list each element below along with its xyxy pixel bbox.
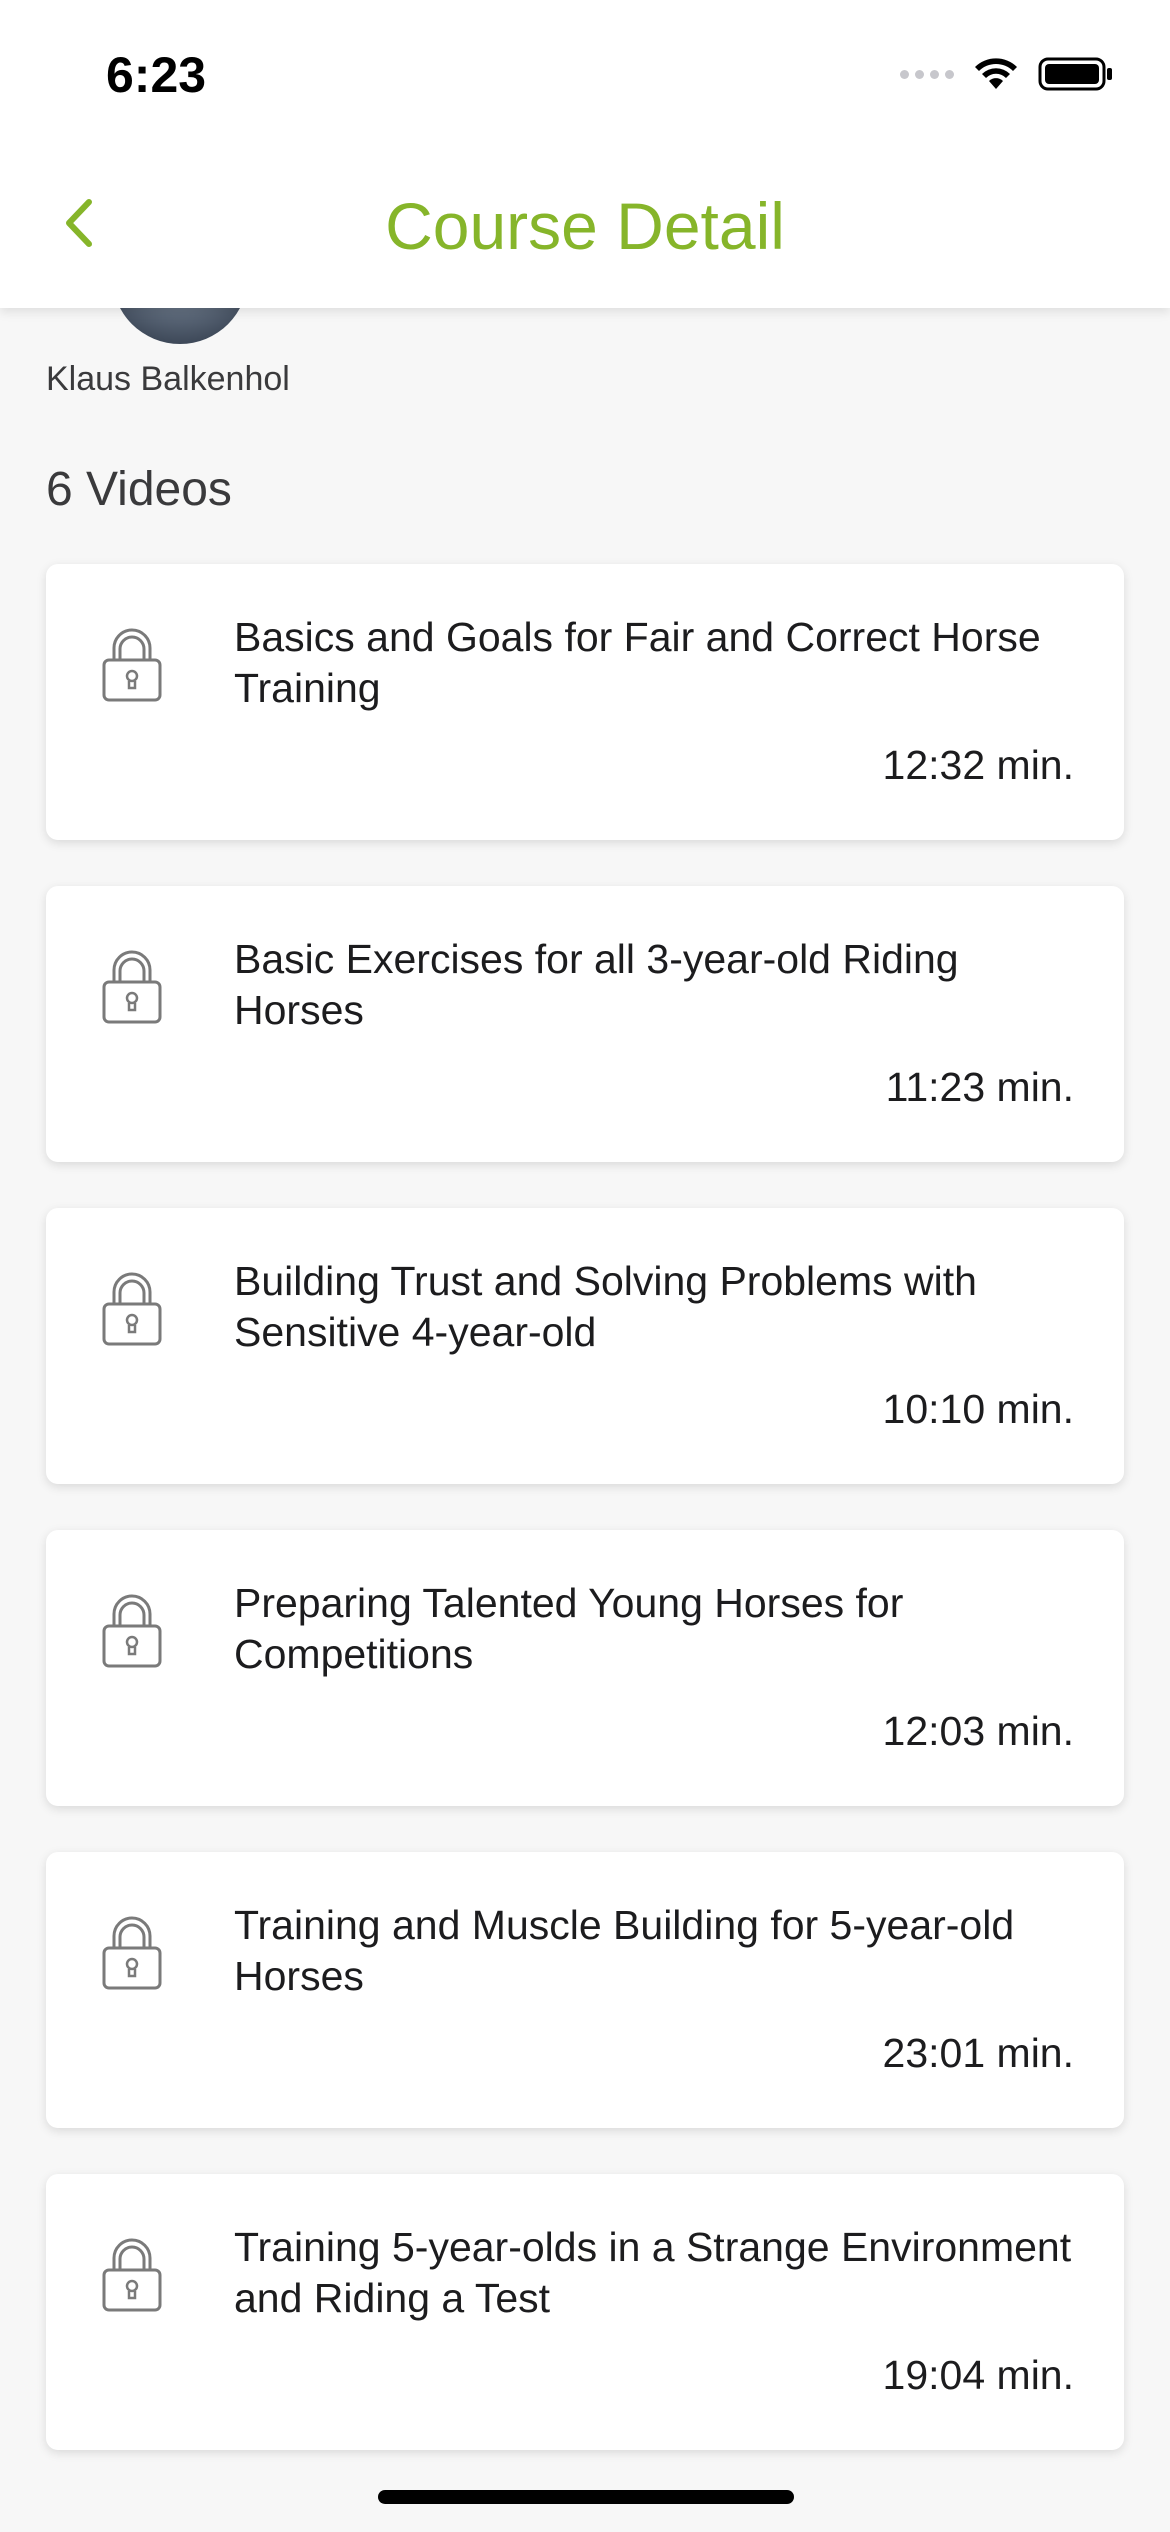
battery-icon <box>1038 57 1112 91</box>
video-duration: 10:10 min. <box>882 1386 1074 1432</box>
videos-count: 6 Videos <box>46 463 232 516</box>
video-card[interactable]: Basics and Goals for Fair and Correct Ho… <box>46 564 1124 840</box>
lock-icon <box>100 1592 164 1670</box>
home-indicator <box>378 2490 794 2504</box>
video-card[interactable]: Training 5-year-olds in a Strange Enviro… <box>46 2174 1124 2450</box>
lock-icon <box>100 626 164 704</box>
cellular-signal-icon <box>900 69 954 79</box>
video-duration: 12:32 min. <box>882 742 1074 788</box>
video-title: Basics and Goals for Fair and Correct Ho… <box>234 614 1041 711</box>
page-title: Course Detail <box>385 189 785 263</box>
video-card[interactable]: Preparing Talented Young Horses for Comp… <box>46 1530 1124 1806</box>
lock-icon <box>100 948 164 1026</box>
top-bar: 6:23 Course Detail <box>0 0 1170 308</box>
lock-icon <box>100 1270 164 1348</box>
status-icons <box>900 54 1114 94</box>
video-title: Training 5-year-olds in a Strange Enviro… <box>234 2224 1072 2321</box>
video-title: Training and Muscle Building for 5-year-… <box>234 1902 1015 1999</box>
video-title: Building Trust and Solving Problems with… <box>234 1258 977 1355</box>
video-title: Basic Exercises for all 3-year-old Ridin… <box>234 936 959 1033</box>
video-duration: 23:01 min. <box>882 2030 1074 2076</box>
video-duration: 19:04 min. <box>882 2352 1074 2398</box>
author-name: Klaus Balkenhol <box>46 360 290 398</box>
video-card[interactable]: Basic Exercises for all 3-year-old Ridin… <box>46 886 1124 1162</box>
wifi-icon <box>975 58 1017 89</box>
video-card[interactable]: Building Trust and Solving Problems with… <box>46 1208 1124 1484</box>
video-card[interactable]: Training and Muscle Building for 5-year-… <box>46 1852 1124 2128</box>
video-title: Preparing Talented Young Horses for Comp… <box>234 1580 904 1677</box>
status-time: 6:23 <box>106 47 207 103</box>
lock-icon <box>100 1914 164 1992</box>
video-duration: 12:03 min. <box>882 1708 1074 1754</box>
video-duration: 11:23 min. <box>885 1064 1074 1110</box>
lock-icon <box>100 2236 164 2314</box>
